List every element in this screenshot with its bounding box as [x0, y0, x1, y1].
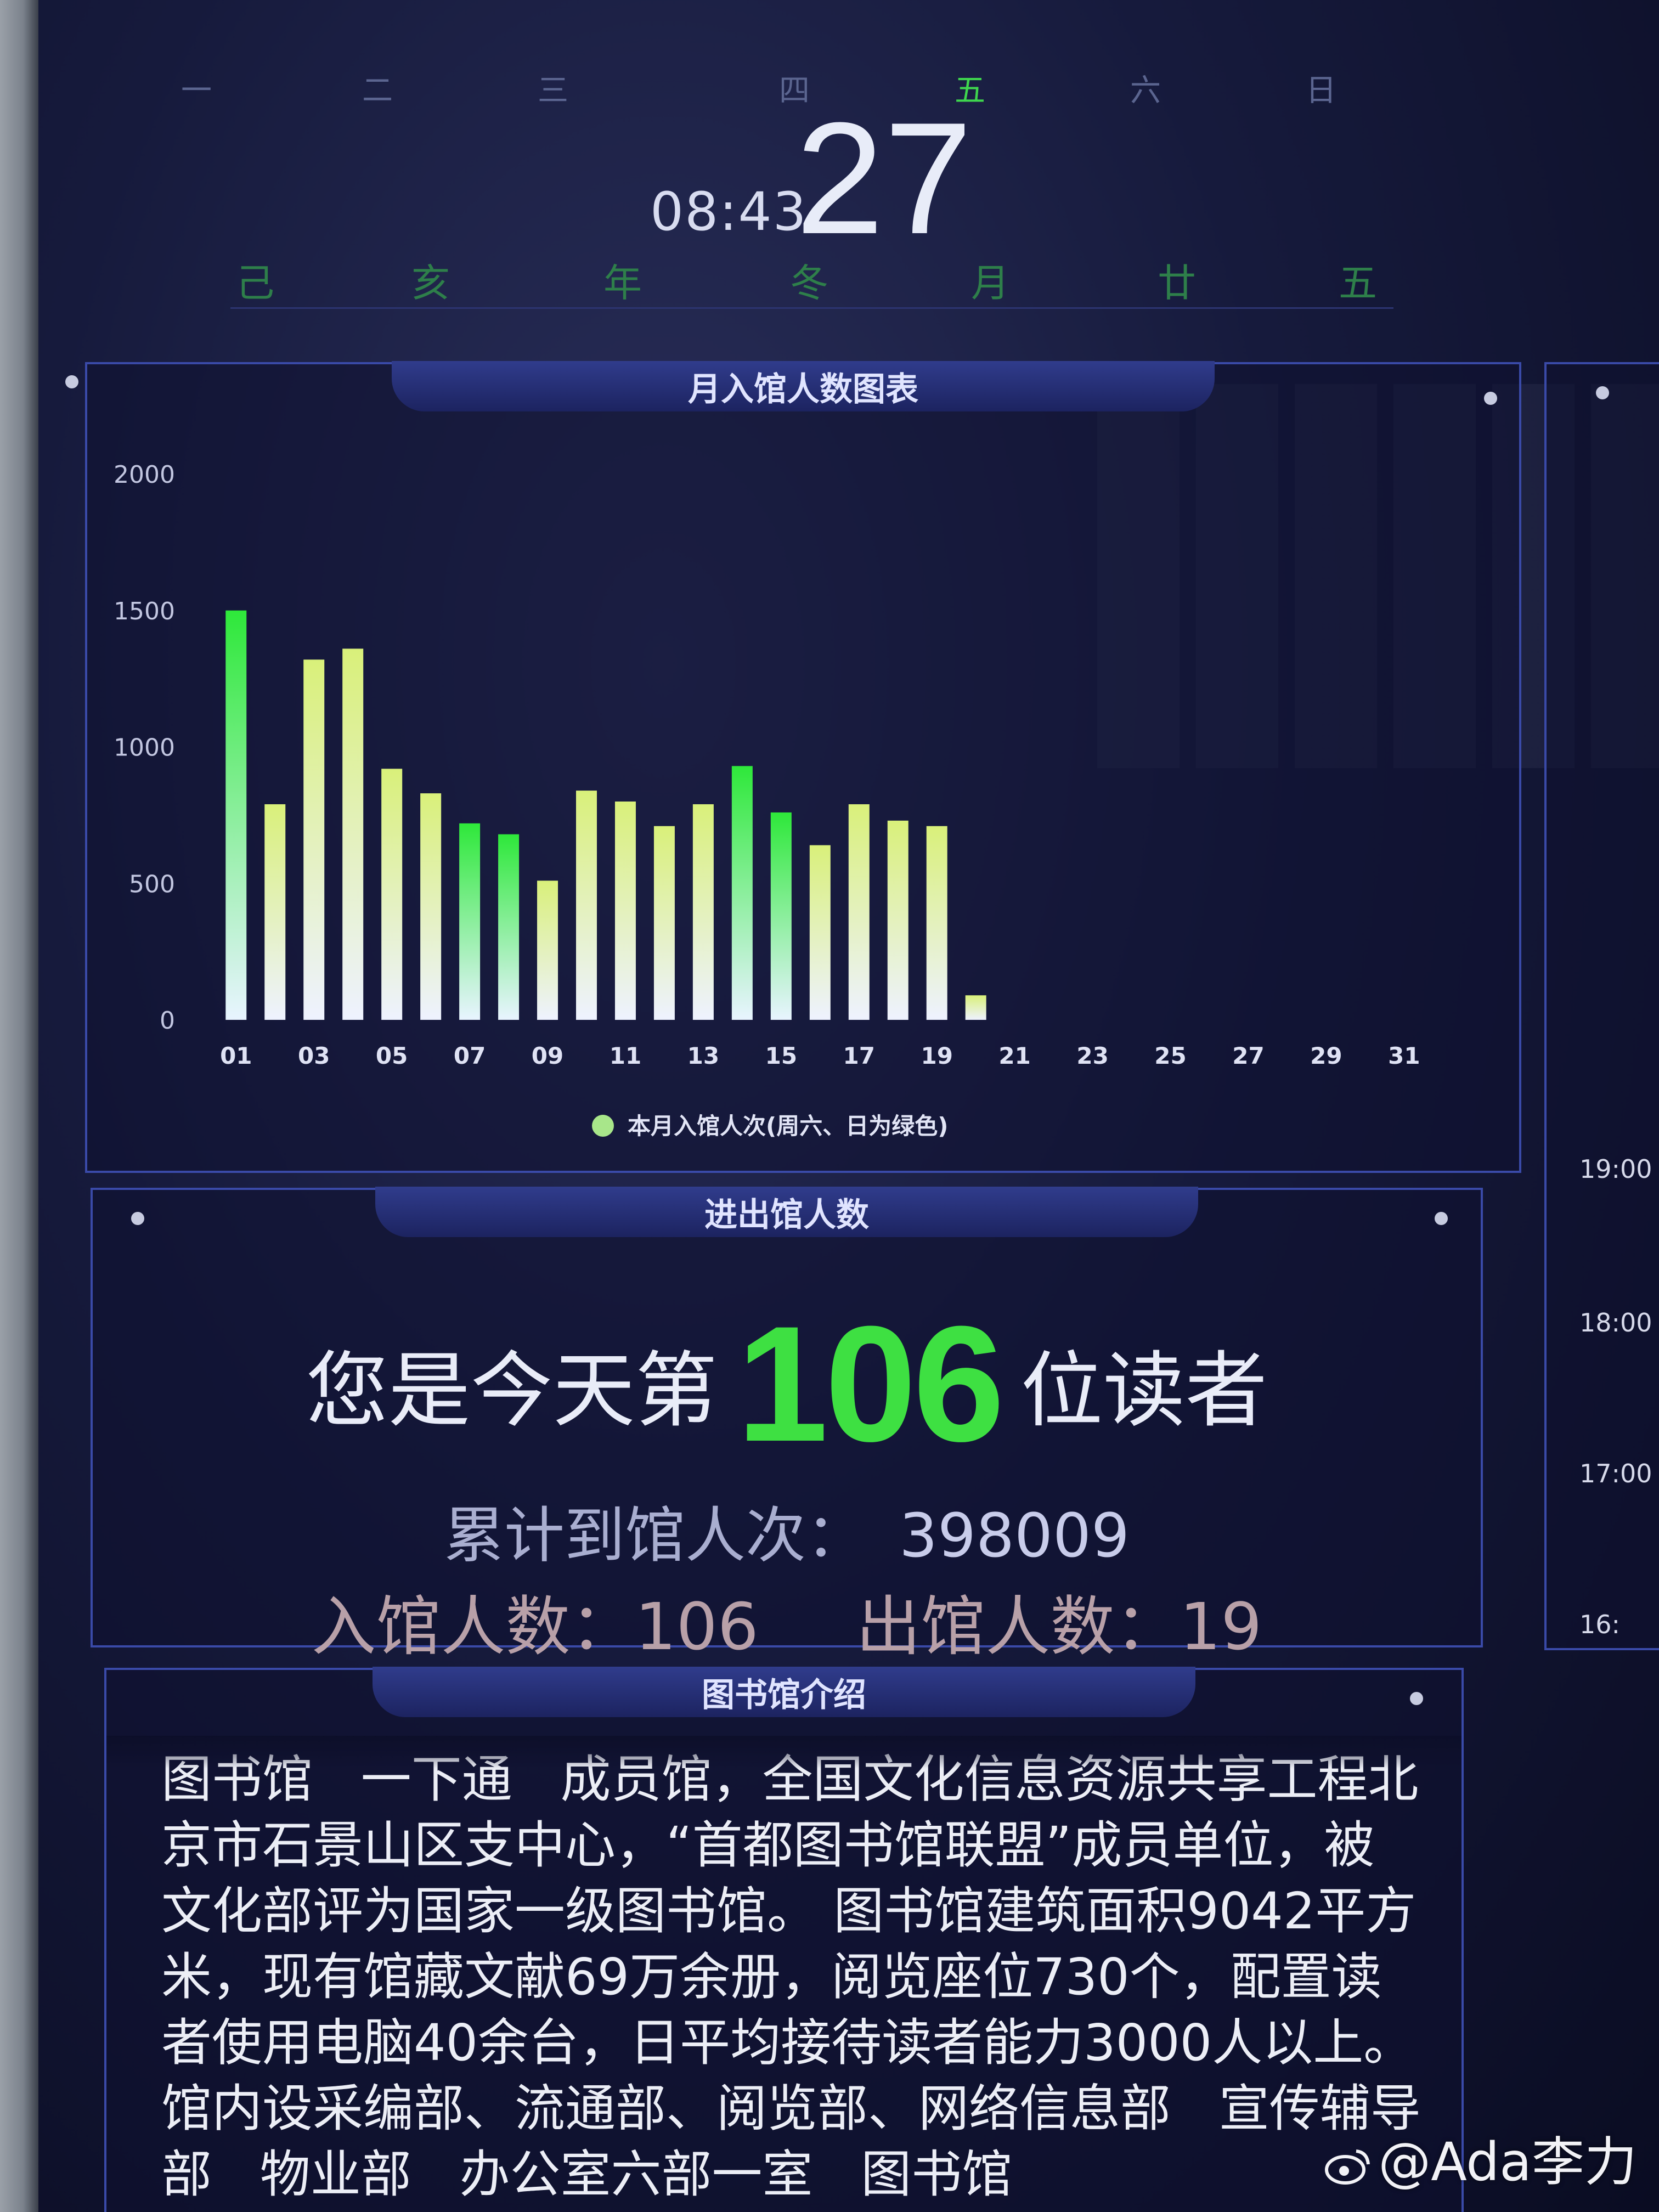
y-tick-label: 500 [129, 870, 175, 898]
lunar-char: 己 [236, 261, 274, 306]
x-tick-label: 27 [1232, 1042, 1264, 1069]
bar-day-01 [225, 610, 247, 1020]
welcome-message: 您是今天第 106 位读者 [93, 1289, 1481, 1479]
intro-panel-title: 图书馆介绍 [702, 1675, 866, 1714]
y-tick-label: 1500 [114, 597, 175, 625]
corner-dot [1410, 1692, 1423, 1705]
bar-day-06 [420, 793, 442, 1020]
x-tick-label: 21 [998, 1042, 1030, 1069]
x-tick-label: 19 [921, 1042, 952, 1069]
cumulative-value: 398009 [899, 1500, 1130, 1571]
corner-dot [1435, 1212, 1448, 1225]
legend-label: 本月入馆人次(周六、日为绿色) [628, 1113, 948, 1139]
lunar-char: 月 [971, 261, 1009, 306]
bar-day-18 [887, 820, 909, 1020]
bar-day-13 [692, 804, 714, 1020]
bar-day-07 [459, 823, 481, 1020]
x-tick-label: 15 [765, 1042, 797, 1069]
today-reader-number: 106 [736, 1291, 1005, 1476]
bar-day-02 [264, 804, 286, 1020]
timeline-time: 17:00 [1579, 1459, 1652, 1488]
bar-day-04 [342, 648, 364, 1020]
bar-day-17 [848, 804, 870, 1020]
lunar-char: 亥 [411, 261, 450, 306]
bar-day-12 [653, 826, 675, 1020]
x-tick-label: 03 [298, 1042, 330, 1069]
watermark-text: @Ada李力 [1378, 2131, 1637, 2193]
entries-count: 入馆人数：106 [311, 1589, 759, 1664]
y-tick-label: 2000 [114, 461, 175, 489]
library-intro-panel: 图书馆介绍 图书馆 一下通 成员馆，全国文化信息资源共享工程北京市石景山区支中心… [104, 1667, 1464, 2212]
weibo-icon [1325, 2149, 1370, 2185]
x-tick-label: 01 [220, 1042, 252, 1069]
in-out-counts: 入馆人数：106 出馆人数：19 [93, 1574, 1481, 1668]
weekday-wed: 三 [538, 73, 568, 109]
side-timeline-panel: 19:00 18:00 17:00 16: [1544, 362, 1659, 1650]
corner-dot [1596, 386, 1609, 399]
weekday-sun: 日 [1306, 73, 1336, 109]
bar-day-10 [576, 791, 597, 1020]
lunar-date-row: 己 亥 年 冬 月 廿 五 [219, 252, 1426, 306]
lunar-char: 冬 [790, 261, 828, 306]
cumulative-label: 累计到馆人次： [444, 1500, 867, 1571]
header-divider [230, 307, 1393, 309]
weibo-watermark: @Ada李力 [1323, 2119, 1637, 2196]
bar-chart: 0 500 1000 1500 2000 01 03 05 07 09 11 13 15 17 19 21 23… [114, 461, 1420, 1139]
x-tick-label: 09 [532, 1042, 563, 1069]
library-intro-text: 图书馆 一下通 成员馆，全国文化信息资源共享工程北京市石景山区支中心，“首都图书… [161, 1750, 1421, 2204]
bar-day-15 [770, 812, 792, 1020]
lunar-char: 五 [1339, 261, 1377, 306]
x-tick-label: 25 [1154, 1042, 1186, 1069]
weekday-tue: 二 [362, 73, 393, 109]
visitor-count-panel: 进出馆人数 您是今天第 106 位读者 累计到馆人次： 398009 入馆人数：1… [91, 1187, 1483, 1664]
x-tick-label: 31 [1388, 1042, 1420, 1069]
x-tick-label: 17 [843, 1042, 875, 1069]
x-tick-label: 11 [610, 1042, 641, 1069]
kiosk-screen: 一 二 三 四 五 六 日 08:43 27 己 亥 年 冬 月 廿 五 月入馆… [0, 0, 1659, 2212]
scroll-fade [106, 1736, 1462, 1769]
y-tick-label: 1000 [114, 734, 175, 762]
weekday-mon: 一 [181, 73, 212, 109]
panel-title-tab: 图书馆介绍 [373, 1667, 1195, 1717]
bar-day-03 [303, 659, 325, 1020]
exits-count: 出馆人数：19 [856, 1589, 1262, 1664]
timeline-time: 16: [1579, 1610, 1621, 1639]
corner-dot [65, 375, 78, 388]
timeline-time: 19:00 [1579, 1154, 1652, 1184]
welcome-prefix: 您是今天第 [306, 1343, 718, 1439]
x-tick-label: 13 [687, 1042, 719, 1069]
bar-day-11 [614, 802, 636, 1020]
clock-time: 08:43 [650, 181, 808, 242]
welcome-suffix: 位读者 [1020, 1343, 1268, 1439]
timeline-time: 18:00 [1579, 1308, 1652, 1338]
weekday-sat: 六 [1130, 73, 1161, 109]
x-tick-label: 05 [376, 1042, 408, 1069]
x-tick-label: 29 [1310, 1042, 1342, 1069]
bar-day-20 [965, 995, 986, 1020]
lunar-char: 年 [603, 261, 642, 306]
monthly-visitors-chart-panel: 月入馆人数图表 0 500 1000 1500 2000 01 03 05 07 09 11 13 15… [65, 361, 1521, 1173]
monitor-bezel [0, 0, 38, 2212]
y-tick-label: 0 [160, 1007, 175, 1035]
x-tick-label: 07 [454, 1042, 486, 1069]
cumulative-visits: 累计到馆人次： 398009 [93, 1486, 1481, 1574]
lunar-char: 廿 [1158, 261, 1196, 306]
bar-day-05 [381, 769, 403, 1020]
bar-day-09 [537, 881, 558, 1020]
legend-marker [592, 1115, 614, 1137]
weekday-row: 一 二 三 四 五 六 日 [181, 66, 1388, 110]
panel-title-tab: 进出馆人数 [375, 1187, 1198, 1237]
current-day: 27 [795, 89, 973, 267]
corner-dot [131, 1212, 144, 1225]
bar-day-16 [809, 845, 831, 1020]
bar-day-08 [498, 834, 520, 1020]
bar-day-14 [731, 766, 753, 1020]
visitors-panel-title: 进出馆人数 [704, 1195, 869, 1234]
x-tick-label: 23 [1076, 1042, 1108, 1069]
bar-day-19 [926, 826, 947, 1020]
